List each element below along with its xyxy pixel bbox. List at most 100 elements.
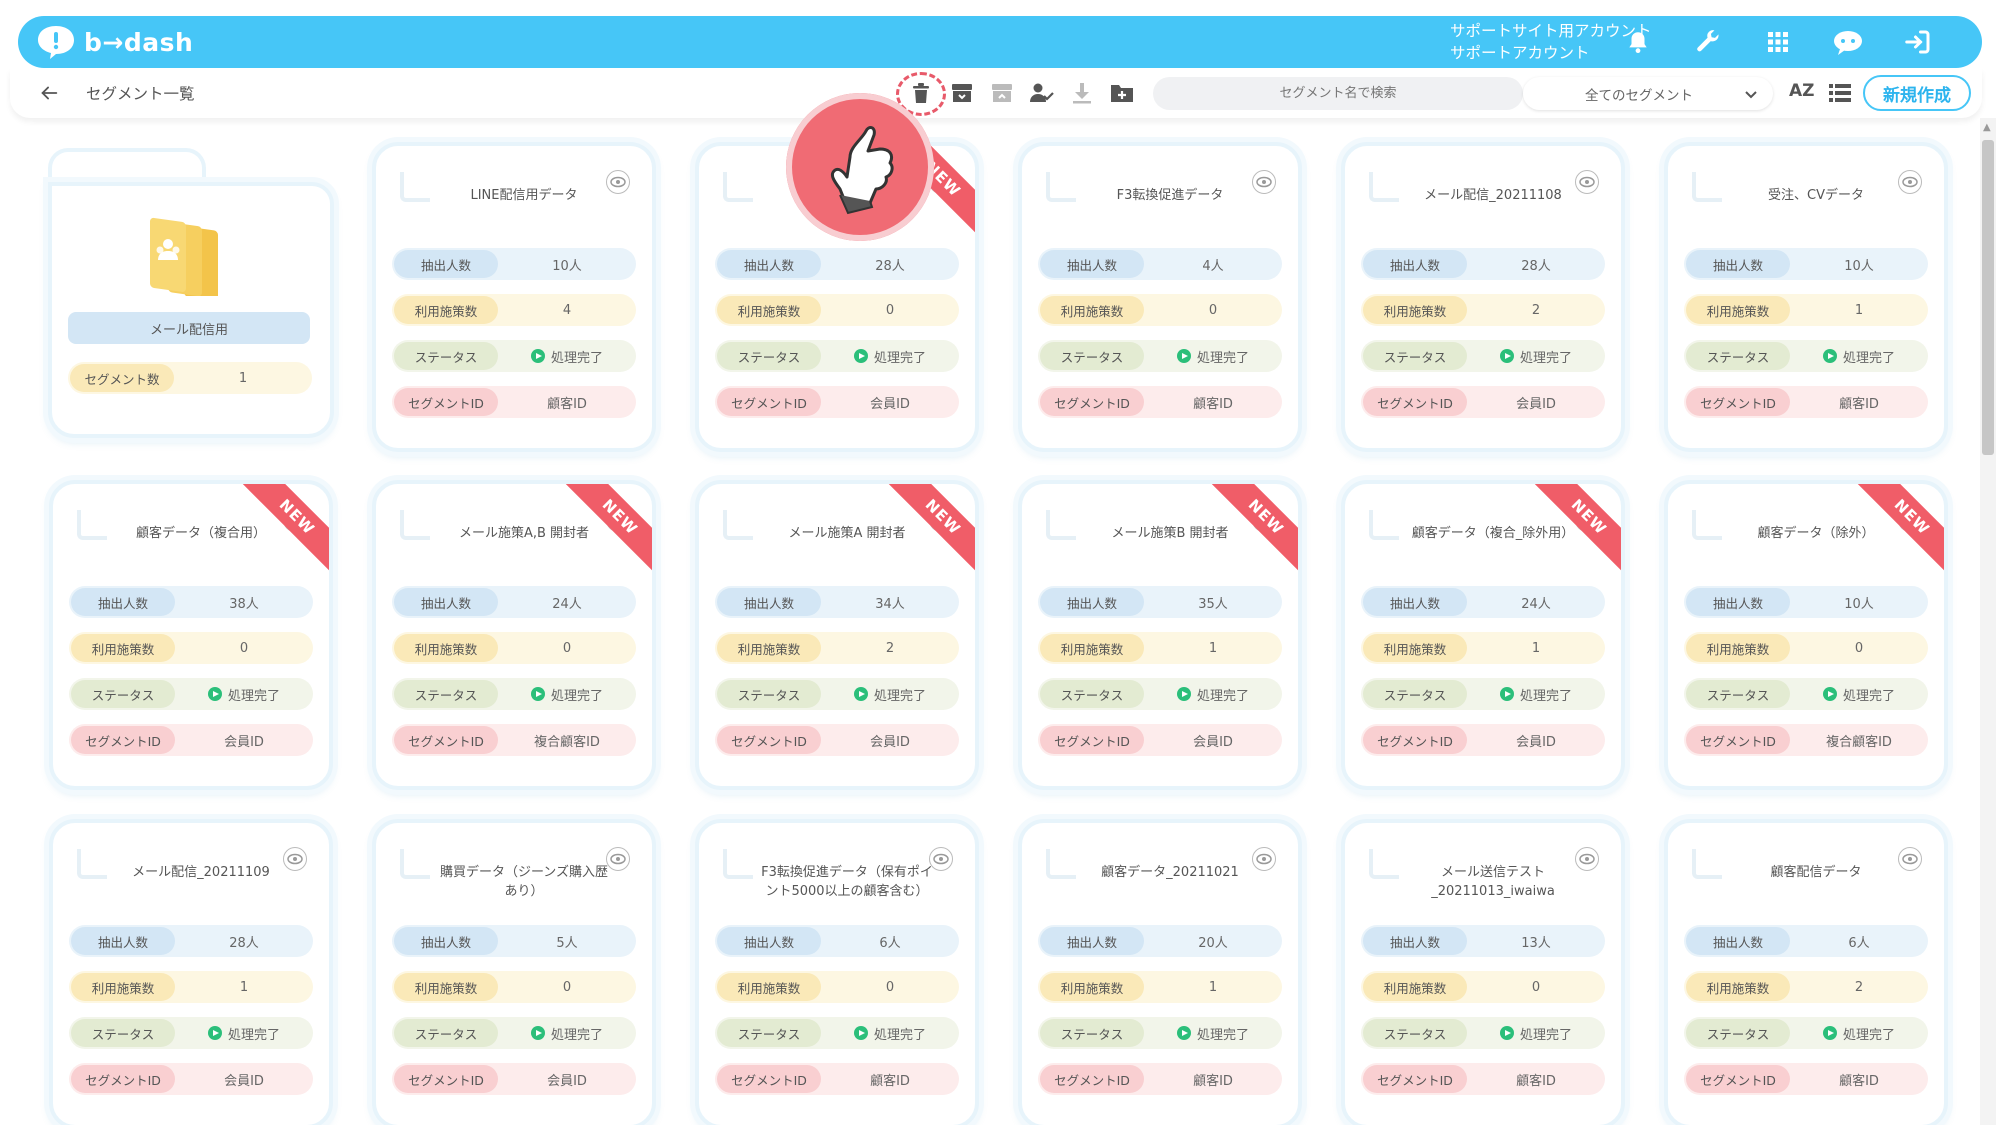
extract-label: 抽出人数 (1363, 588, 1467, 616)
usage-value: 0 (885, 302, 895, 318)
segment-card[interactable]: メール施策A 開封者 NEW 抽出人数 34人 利用施策数 2 ステータス 処理… (695, 480, 979, 790)
extract-row: 抽出人数 28人 (69, 925, 313, 957)
segment-card[interactable]: 受注、CVデータ 抽出人数 10人 利用施策数 1 ステータス 処理完了 セグメ… (1664, 142, 1948, 452)
wrench-icon[interactable] (1688, 22, 1728, 62)
folder-card[interactable]: メール配信用 セグメント数 1 (44, 146, 338, 442)
segment-card[interactable]: メール施策B 開封者 NEW 抽出人数 35人 利用施策数 1 ステータス 処理… (1018, 480, 1302, 790)
status-text: 処理完了 (1519, 688, 1572, 704)
status-value: 処理完了 (1467, 347, 1605, 366)
preview-eye-icon[interactable] (606, 170, 630, 194)
pointer-hand-overlay (786, 93, 934, 241)
usage-value: 0 (1208, 302, 1218, 318)
segment-id-label: セグメントID (1686, 388, 1790, 416)
segment-card[interactable]: メール施策A,B 開封者 NEW 抽出人数 24人 利用施策数 0 ステータス … (372, 480, 656, 790)
segment-id-value: 会員ID (1193, 734, 1233, 750)
status-row: ステータス 処理完了 (392, 678, 636, 710)
usage-label: 利用施策数 (394, 634, 498, 662)
segment-id-row: セグメントID 顧客ID (715, 1063, 959, 1095)
segment-card[interactable]: 顧客データ_20211021 抽出人数 20人 利用施策数 1 ステータス 処理… (1018, 819, 1302, 1125)
preview-eye-icon[interactable] (283, 847, 307, 871)
logout-icon[interactable] (1898, 22, 1938, 62)
extract-label: 抽出人数 (394, 250, 498, 278)
sort-az-icon[interactable]: AZ (1789, 81, 1814, 101)
preview-eye-icon[interactable] (606, 847, 630, 871)
scrollbar-thumb[interactable] (1982, 140, 1994, 455)
folder-stack-icon (150, 217, 218, 296)
back-arrow-icon[interactable] (38, 82, 60, 104)
segment-card[interactable]: 顧客データ（複合_除外用） NEW 抽出人数 24人 利用施策数 1 ステータス… (1341, 480, 1625, 790)
user-check-icon[interactable] (1029, 80, 1055, 106)
unarchive-icon[interactable] (989, 80, 1015, 106)
segment-id-row: セグメントID 会員ID (715, 724, 959, 756)
bell-icon[interactable] (1618, 22, 1658, 62)
segment-card[interactable]: 顧客配信データ 抽出人数 6人 利用施策数 2 ステータス 処理完了 セグメント… (1664, 819, 1948, 1125)
preview-eye-icon[interactable] (1898, 847, 1922, 871)
segment-title: メール施策B 開封者 (1111, 526, 1229, 541)
preview-eye-icon[interactable] (1898, 170, 1922, 194)
status-complete-icon (1822, 349, 1837, 363)
segment-card[interactable]: F3転換促進データ 抽出人数 4人 利用施策数 0 ステータス 処理完了 セグメ… (1018, 142, 1302, 452)
preview-eye-icon[interactable] (929, 847, 953, 871)
status-complete-icon (1822, 687, 1837, 701)
scroll-up-arrow-icon[interactable]: ▲ (1983, 122, 1991, 133)
archive-icon[interactable] (949, 80, 975, 106)
segment-card[interactable]: メール送信テスト_20211013_iwaiwa 抽出人数 13人 利用施策数 … (1341, 819, 1625, 1125)
status-value: 処理完了 (1790, 1024, 1928, 1043)
status-complete-icon (1499, 349, 1514, 363)
extract-value: 24人 (552, 596, 582, 612)
preview-eye-icon[interactable] (1575, 847, 1599, 871)
status-text: 処理完了 (1519, 1027, 1572, 1043)
top-header-bar: b→dash サポートサイト用アカウント サポートアカウント (18, 16, 1982, 68)
extract-row: 抽出人数 6人 (715, 925, 959, 957)
usage-row: 利用施策数 0 (392, 632, 636, 664)
usage-value: 0 (239, 640, 249, 656)
header-icons (1618, 22, 1938, 62)
card-corner-decoration (400, 172, 430, 202)
download-icon[interactable] (1069, 80, 1095, 106)
segment-id-value: 顧客ID (1193, 1073, 1233, 1089)
folder-segment-count-row: セグメント数 1 (68, 362, 312, 394)
preview-eye-icon[interactable] (1252, 170, 1276, 194)
preview-eye-icon[interactable] (1252, 847, 1276, 871)
extract-row: 抽出人数 10人 (392, 248, 636, 280)
segment-card[interactable]: F3転換促進データ（保有ポイント5000以上の顧客含む） 抽出人数 6人 利用施… (695, 819, 979, 1125)
status-complete-icon (1176, 349, 1191, 363)
segment-card[interactable]: LINE配信用データ 抽出人数 10人 利用施策数 4 ステータス 処理完了 セ… (372, 142, 656, 452)
search-input[interactable] (1153, 77, 1523, 110)
status-text: 処理完了 (1842, 688, 1895, 704)
extract-label: 抽出人数 (717, 588, 821, 616)
extract-row: 抽出人数 6人 (1684, 925, 1928, 957)
segment-card[interactable]: メール配信_20211108 抽出人数 28人 利用施策数 2 ステータス 処理… (1341, 142, 1625, 452)
segment-card[interactable]: 顧客データ（除外） NEW 抽出人数 10人 利用施策数 0 ステータス 処理完… (1664, 480, 1948, 790)
segment-card[interactable]: 購買データ（ジーンズ購入歴あり） 抽出人数 5人 利用施策数 0 ステータス 処… (372, 819, 656, 1125)
segment-title: 受注、CVデータ (1768, 188, 1864, 203)
usage-label: 利用施策数 (394, 296, 498, 324)
preview-eye-icon[interactable] (1575, 170, 1599, 194)
grid-apps-icon[interactable] (1758, 22, 1798, 62)
segment-id-value: 会員ID (224, 1073, 264, 1089)
segment-card[interactable]: 顧客データ（複合用） NEW 抽出人数 38人 利用施策数 0 ステータス 処理… (49, 480, 333, 790)
segment-id-row: セグメントID 会員ID (69, 724, 313, 756)
extract-label: 抽出人数 (1686, 588, 1790, 616)
extract-value: 20人 (1198, 935, 1228, 951)
list-view-icon[interactable] (1828, 81, 1852, 105)
extract-label: 抽出人数 (1040, 250, 1144, 278)
brand-logo[interactable]: b→dash (36, 24, 193, 60)
extract-value: 5人 (556, 935, 578, 951)
usage-row: 利用施策数 0 (1361, 971, 1605, 1003)
segment-count-value: 1 (238, 370, 248, 386)
status-text: 処理完了 (873, 350, 926, 366)
usage-value: 1 (239, 979, 249, 995)
chat-bot-icon[interactable] (1828, 22, 1868, 62)
segment-filter-select[interactable]: 全てのセグメント (1523, 77, 1773, 110)
status-label: ステータス (1040, 680, 1144, 708)
add-folder-icon[interactable] (1109, 80, 1135, 106)
status-label: ステータス (71, 1019, 175, 1047)
segment-id-row: セグメントID 複合顧客ID (1684, 724, 1928, 756)
status-value: 処理完了 (1467, 1024, 1605, 1043)
status-text: 処理完了 (550, 1027, 603, 1043)
new-create-button[interactable]: 新規作成 (1863, 75, 1971, 111)
segment-card[interactable]: メール配信_20211109 抽出人数 28人 利用施策数 1 ステータス 処理… (49, 819, 333, 1125)
usage-label: 利用施策数 (1040, 634, 1144, 662)
segment-title: メール配信_20211109 (132, 865, 270, 880)
